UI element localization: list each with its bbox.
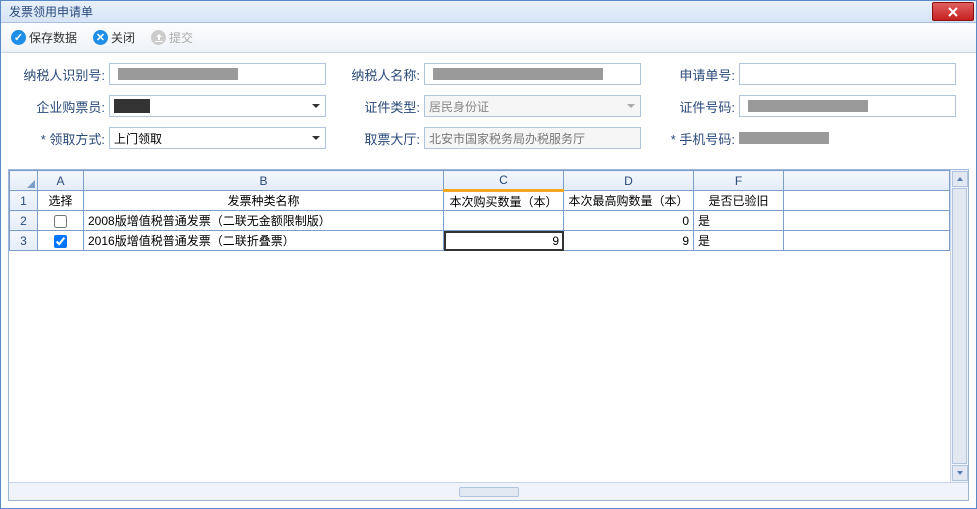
scroll-thumb[interactable] [459, 487, 519, 497]
field-pickup-method: * 领取方式: 上门领取 [21, 127, 326, 149]
cell-verified-old[interactable]: 是 [694, 231, 784, 251]
spreadsheet: A B C D F 1 选择 发票种类名称 本次购买数量（本） 本次最高购数量（… [8, 169, 969, 501]
field-cert-type: 证件类型: 居民身份证 [336, 95, 641, 117]
phone-label: * 手机号码: [651, 129, 739, 148]
x-icon: ✕ [93, 30, 108, 45]
close-button[interactable]: ✕ 关闭 [93, 29, 135, 46]
row-checkbox[interactable] [54, 215, 67, 228]
col-blank[interactable] [784, 171, 950, 191]
redacted-value [433, 68, 603, 80]
table-row[interactable]: 2 2008版增值税普通发票（二联无金额限制版） 0 是 [10, 211, 950, 231]
pickup-method-label: * 领取方式: [21, 129, 109, 148]
taxpayer-id-input[interactable] [109, 63, 326, 85]
submit-button: 提交 [151, 29, 193, 46]
header-select: 选择 [38, 191, 84, 211]
header-verified-old: 是否已验旧 [694, 191, 784, 211]
field-buyer: 企业购票员: [21, 95, 326, 117]
cell-select[interactable] [38, 211, 84, 231]
close-button-label: 关闭 [111, 29, 135, 46]
field-phone: * 手机号码: [651, 127, 956, 149]
sheet-corner[interactable] [10, 171, 38, 191]
chevron-down-icon[interactable] [307, 96, 325, 116]
col-letter-c[interactable]: C [444, 171, 564, 191]
column-letter-row: A B C D F [10, 171, 950, 191]
save-button-label: 保存数据 [29, 29, 77, 46]
taxpayer-name-label: 纳税人名称: [336, 65, 424, 84]
sheet-table[interactable]: A B C D F 1 选择 发票种类名称 本次购买数量（本） 本次最高购数量（… [9, 170, 950, 251]
check-icon: ✓ [11, 30, 26, 45]
scroll-up-button[interactable] [952, 171, 968, 187]
window-close-button[interactable] [932, 2, 974, 21]
field-taxpayer-id: 纳税人识别号: [21, 63, 326, 85]
cell-select[interactable] [38, 231, 84, 251]
close-icon [947, 6, 959, 18]
table-row[interactable]: 3 2016版增值税普通发票（二联折叠票） 9 9 是 [10, 231, 950, 251]
app-window: 发票领用申请单 ✓ 保存数据 ✕ 关闭 提交 纳税人识别号: [0, 0, 977, 509]
header-buy-qty: 本次购买数量（本） [444, 191, 564, 211]
cert-type-label: 证件类型: [336, 97, 424, 116]
taxpayer-name-input[interactable] [424, 63, 641, 85]
chevron-down-icon[interactable] [307, 128, 325, 148]
upload-icon [151, 30, 166, 45]
header-invoice-type: 发票种类名称 [84, 191, 444, 211]
scroll-thumb[interactable] [952, 188, 967, 464]
cell-buy-qty[interactable]: 9 [444, 231, 564, 251]
chevron-down-icon [622, 96, 640, 116]
buyer-label: 企业购票员: [21, 97, 109, 116]
cell-verified-old[interactable]: 是 [694, 211, 784, 231]
cert-no-label: 证件号码: [651, 97, 739, 116]
window-title: 发票领用申请单 [9, 3, 93, 20]
submit-button-label: 提交 [169, 29, 193, 46]
header-max-qty: 本次最高购数量（本） [564, 191, 694, 211]
field-cert-no: 证件号码: [651, 95, 956, 117]
toolbar: ✓ 保存数据 ✕ 关闭 提交 [1, 23, 976, 53]
horizontal-scrollbar[interactable] [9, 482, 968, 500]
pickup-method-combo[interactable]: 上门领取 [109, 127, 326, 149]
rownum[interactable]: 2 [10, 211, 38, 231]
pickup-hall-input [424, 127, 641, 149]
col-letter-f[interactable]: F [694, 171, 784, 191]
header-row: 1 选择 发票种类名称 本次购买数量（本） 本次最高购数量（本） 是否已验旧 [10, 191, 950, 211]
row-checkbox[interactable] [54, 235, 67, 248]
cert-type-value: 居民身份证 [425, 98, 622, 115]
cert-no-input[interactable] [739, 95, 956, 117]
cell-max-qty[interactable]: 0 [564, 211, 694, 231]
redacted-value [739, 132, 829, 144]
redacted-value [114, 99, 150, 113]
cert-type-combo: 居民身份证 [424, 95, 641, 117]
field-taxpayer-name: 纳税人名称: [336, 63, 641, 85]
redacted-value [118, 68, 238, 80]
cell-buy-qty[interactable] [444, 211, 564, 231]
form-area: 纳税人识别号: 纳税人名称: 申请单号: 企业购票员: [1, 53, 976, 169]
redacted-value [748, 100, 868, 112]
scroll-down-button[interactable] [952, 465, 968, 481]
rownum[interactable]: 3 [10, 231, 38, 251]
col-letter-a[interactable]: A [38, 171, 84, 191]
save-button[interactable]: ✓ 保存数据 [11, 29, 77, 46]
request-no-input[interactable] [739, 63, 956, 85]
titlebar: 发票领用申请单 [1, 1, 976, 23]
taxpayer-id-label: 纳税人识别号: [21, 65, 109, 84]
vertical-scrollbar[interactable] [950, 170, 968, 482]
cell-invoice-type[interactable]: 2016版增值税普通发票（二联折叠票） [84, 231, 444, 251]
pickup-hall-label: 取票大厅: [336, 129, 424, 148]
field-request-no: 申请单号: [651, 63, 956, 85]
rownum-1[interactable]: 1 [10, 191, 38, 211]
request-no-label: 申请单号: [651, 65, 739, 84]
buyer-combo[interactable] [109, 95, 326, 117]
col-letter-b[interactable]: B [84, 171, 444, 191]
cell-invoice-type[interactable]: 2008版增值税普通发票（二联无金额限制版） [84, 211, 444, 231]
cell-max-qty[interactable]: 9 [564, 231, 694, 251]
col-letter-d[interactable]: D [564, 171, 694, 191]
field-pickup-hall: 取票大厅: [336, 127, 641, 149]
pickup-method-value: 上门领取 [110, 130, 307, 147]
scroll-track[interactable] [951, 188, 968, 464]
